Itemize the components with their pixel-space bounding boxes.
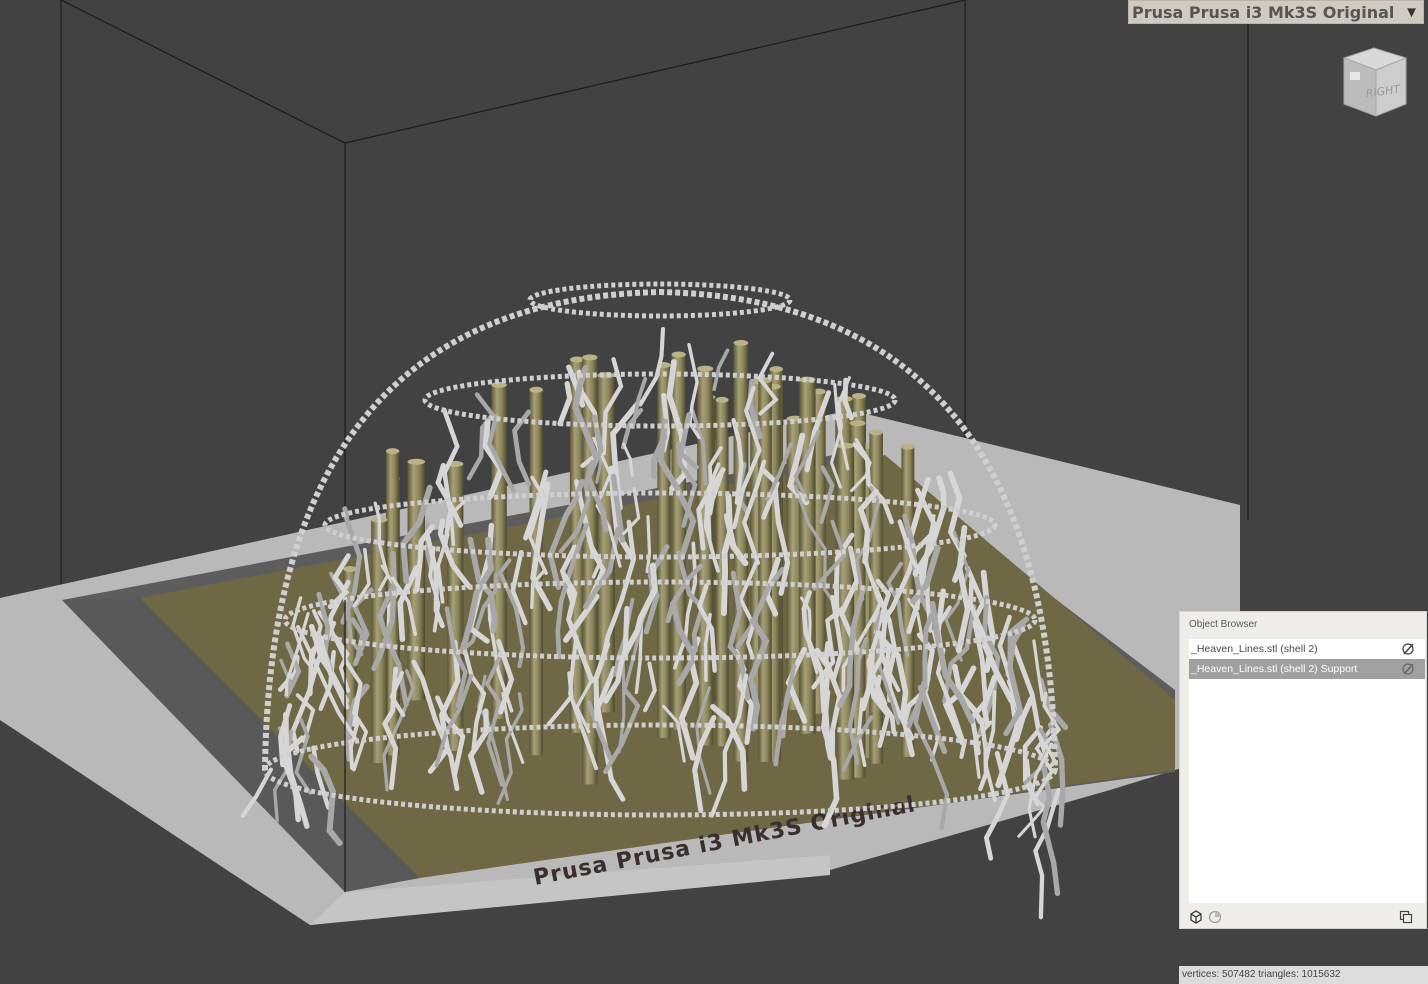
support-pillar-cap [849,420,866,427]
dropdown-arrow-icon[interactable]: ▼ [1404,4,1419,21]
support-pillar-cap [851,392,867,399]
printer-select-value: Prusa Prusa i3 Mk3S Original [1132,2,1395,22]
object-browser-toolbar [1189,908,1425,926]
support-pillar-cap [869,429,883,436]
object-list: _Heaven_Lines.stl (shell 2) _Heaven_Line… [1189,639,1425,903]
support-branch [645,515,652,574]
support-pillar-cap [901,443,915,450]
support-pillar-cap [671,351,686,358]
object-list-item[interactable]: _Heaven_Lines.stl (shell 2) [1189,639,1425,659]
edit-object-icon[interactable] [1401,662,1415,676]
support-pillar-cap [407,458,426,465]
printer-select-dropdown[interactable]: Prusa Prusa i3 Mk3S Original ▼ [1128,0,1424,24]
support-pillar-cap [733,339,749,346]
support-pillar-cap [385,448,400,455]
duplicate-icon[interactable] [1399,910,1413,924]
support-pillar-cap [836,442,855,449]
support-pillar-cap [715,396,729,403]
object-list-item-selected[interactable]: _Heaven_Lines.stl (shell 2) Support [1189,659,1425,679]
object-name: _Heaven_Lines.stl (shell 2) Support [1191,663,1358,675]
support-pillar-cap [569,356,585,363]
pie-chart-icon[interactable] [1208,910,1222,924]
cube-icon[interactable] [1189,910,1203,924]
object-browser-panel: Object Browser _Heaven_Lines.stl (shell … [1179,611,1427,929]
support-pillar-cap [769,366,783,373]
object-name: _Heaven_Lines.stl (shell 2) [1191,643,1318,655]
mesh-stats-bar: vertices: 507482 triangles: 1015632 [1179,966,1428,984]
object-browser-title: Object Browser [1189,619,1258,630]
support-branch [712,348,730,391]
support-pillar-cap [597,372,615,379]
support-pillar-cap [529,386,543,393]
support-branch [557,381,573,427]
edit-object-icon[interactable] [1401,642,1415,656]
support-pillar-cap [343,565,357,572]
support-pillar-cap [697,365,714,372]
viewcube-widget[interactable]: RIGHT [1336,44,1412,120]
support-pillar-cap [582,354,598,361]
